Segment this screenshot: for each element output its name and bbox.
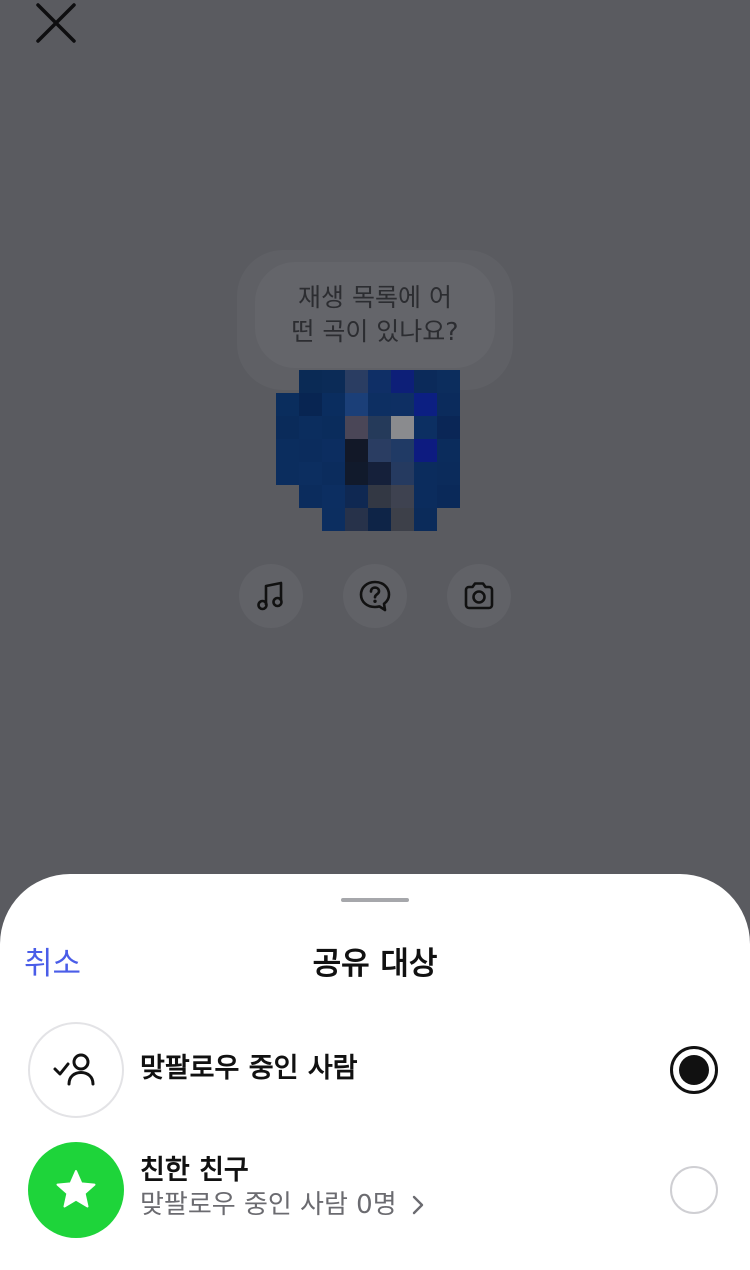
star-icon (56, 1170, 96, 1208)
option-close-friends[interactable]: 친한 친구 맞팔로우 중인 사람 0명 (0, 1140, 750, 1240)
camera-icon (464, 582, 494, 610)
share-audience-sheet: 취소 공유 대상 맞팔로우 중인 사람 친한 친구 맞팔로우 중인 사람 0명 (0, 874, 750, 1270)
mutual-followers-avatar (28, 1022, 124, 1118)
music-note-icon (257, 581, 283, 611)
radio-selected[interactable] (670, 1046, 718, 1094)
person-check-icon (53, 1053, 95, 1086)
pixelated-avatar (276, 370, 460, 531)
option-title: 맞팔로우 중인 사람 (140, 1053, 358, 1084)
question-bubble-icon (359, 580, 391, 612)
radio-unselected[interactable] (670, 1166, 718, 1214)
option-title: 친한 친구 (140, 1155, 249, 1186)
sheet-grabber[interactable] (341, 898, 409, 902)
music-button[interactable] (239, 564, 303, 628)
prompt-line-1: 재생 목록에 어 (298, 283, 452, 312)
prompt-bubble: 재생 목록에 어 떤 곡이 있나요? (255, 262, 495, 368)
option-subtitle: 맞팔로우 중인 사람 0명 (140, 1190, 397, 1220)
sheet-title: 공유 대상 (312, 946, 438, 982)
radio-selected-dot (679, 1055, 709, 1085)
close-icon (36, 3, 76, 43)
close-friends-badge (28, 1142, 124, 1238)
prompt-line-2: 떤 곡이 있나요? (291, 317, 459, 346)
question-button[interactable] (343, 564, 407, 628)
camera-button[interactable] (447, 564, 511, 628)
option-mutual-followers[interactable]: 맞팔로우 중인 사람 (0, 1020, 750, 1120)
close-button[interactable] (30, 0, 82, 46)
option-subtitle-link[interactable]: 맞팔로우 중인 사람 0명 (140, 1188, 425, 1222)
chevron-right-icon (412, 1195, 423, 1215)
